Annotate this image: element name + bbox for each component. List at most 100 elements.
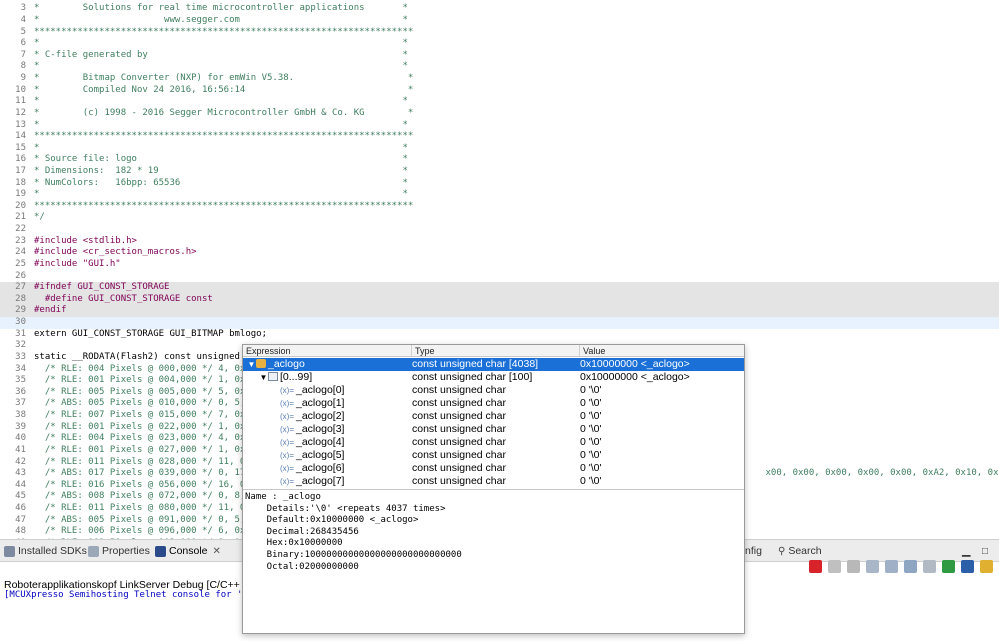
tab-console[interactable]: Console ✕ (155, 544, 221, 559)
code-line[interactable]: 27 #ifndef GUI_CONST_STORAGE (0, 282, 999, 294)
line-text: /* RLE: 016 Pixels @ 056,000 */ 16, 0x00… (34, 479, 267, 490)
display-selected-console-icon[interactable] (942, 560, 955, 573)
code-line[interactable]: 3 * Solutions for real time microcontroll… (0, 3, 999, 15)
pin-console-icon[interactable] (923, 560, 936, 573)
remove-all-icon[interactable] (847, 560, 860, 573)
tab-search-label: Search (788, 545, 822, 557)
header-type[interactable]: Type (412, 345, 580, 357)
code-line[interactable]: 13 * * (0, 120, 999, 132)
header-expression[interactable]: Expression (243, 345, 412, 357)
expression-row[interactable]: (x)= _aclogo[6] const unsigned char 0 '\0' (243, 462, 744, 475)
expression-row[interactable]: (x)= _aclogo[1] const unsigned char 0 '\0' (243, 397, 744, 410)
code-line[interactable]: 18 * NumColors: 16bpp: 65536 * (0, 178, 999, 190)
line-text: ****************************************… (34, 200, 414, 211)
code-line[interactable]: 10 * Compiled Nov 24 2016, 16:56:14 * (0, 85, 999, 97)
expression-hover-popup[interactable]: Expression Type Value ▼ _aclogo const unsi… (242, 344, 745, 634)
tab-properties[interactable]: Properties (88, 544, 150, 559)
code-line[interactable]: 15 * * (0, 143, 999, 155)
expression-row[interactable]: (x)= _aclogo[2] const unsigned char 0 '\0' (243, 410, 744, 423)
code-line[interactable]: 4 * www.segger.com * (0, 15, 999, 27)
line-number: 29 (15, 305, 26, 316)
new-console-icon[interactable] (980, 560, 993, 573)
array-range-icon (268, 372, 278, 381)
line-text: * NumColors: 16bpp: 65536 * (34, 177, 408, 188)
line-number: 28 (15, 293, 26, 304)
expression-row[interactable]: ▼ [0...99] const unsigned char [100] 0x1000… (243, 371, 744, 384)
word-wrap-icon[interactable] (904, 560, 917, 573)
console-icon (155, 546, 166, 557)
line-text: * Source file: logo * (34, 154, 408, 165)
line-text: #define GUI_CONST_STORAGE const (34, 293, 213, 304)
code-line[interactable]: 19 * * (0, 189, 999, 201)
line-text: #ifndef GUI_CONST_STORAGE (34, 282, 170, 293)
expression-row[interactable]: ▼ _aclogo const unsigned char [4038] 0x1000… (243, 358, 744, 371)
clear-console-icon[interactable] (866, 560, 879, 573)
code-line[interactable]: 8 * * (0, 61, 999, 73)
code-line[interactable]: 23 #include <stdlib.h> (0, 236, 999, 248)
expression-name: _aclogo[6] (296, 462, 345, 474)
expression-name: _aclogo (268, 358, 305, 370)
code-line[interactable]: 26 (0, 271, 999, 283)
code-line[interactable]: 21 */ (0, 212, 999, 224)
code-line[interactable]: 14 **************************************… (0, 131, 999, 143)
maximize-button[interactable]: □ (982, 544, 988, 559)
open-console-icon[interactable] (961, 560, 974, 573)
expression-row[interactable]: (x)= _aclogo[5] const unsigned char 0 '\0' (243, 449, 744, 462)
line-number: 21 (15, 212, 26, 223)
value-cell: 0 '\0' (580, 449, 602, 461)
code-line[interactable]: 7 * C-file generated by * (0, 50, 999, 62)
code-line[interactable]: 25 #include "GUI.h" (0, 259, 999, 271)
code-line[interactable]: 24 #include <cr_section_macros.h> (0, 247, 999, 259)
expression-row[interactable]: (x)= _aclogo[4] const unsigned char 0 '\0' (243, 436, 744, 449)
expression-name: [0...99] (280, 371, 313, 383)
expression-cell: (x)= _aclogo[5] (243, 449, 411, 462)
line-text: /* ABS: 008 Pixels @ 072,000 */ 0, 8, 0x… (34, 491, 273, 502)
expression-row[interactable]: (x)= _aclogo[0] const unsigned char 0 '\0' (243, 384, 744, 397)
scroll-lock-icon[interactable] (885, 560, 898, 573)
code-line[interactable]: 5 ***************************************… (0, 27, 999, 39)
code-line[interactable]: 11 * * (0, 96, 999, 108)
code-line[interactable]: 12 * (c) 1998 - 2016 Segger Microcontroll… (0, 108, 999, 120)
code-line[interactable]: 20 **************************************… (0, 201, 999, 213)
line-text: * C-file generated by * (34, 49, 408, 60)
line-number: 32 (15, 340, 26, 351)
code-line[interactable]: 31 extern GUI_CONST_STORAGE GUI_BITMAP bm… (0, 329, 999, 341)
code-line[interactable]: 29 #endif (0, 305, 999, 318)
expand-twisty-icon[interactable]: ▼ (247, 358, 256, 371)
expand-twisty-icon[interactable]: ▼ (259, 371, 268, 384)
code-line[interactable]: 6 * * (0, 38, 999, 50)
code-line[interactable]: 22 (0, 224, 999, 236)
code-line[interactable]: 17 * Dimensions: 182 * 19 * (0, 166, 999, 178)
tab-search[interactable]: ⚲ Search (778, 544, 822, 559)
line-number: 11 (15, 96, 26, 107)
tab-installed-sdks-label: Installed SDKs (18, 545, 87, 557)
line-number: 33 (15, 351, 26, 362)
expression-row[interactable]: (x)= _aclogo[7] const unsigned char 0 '\0' (243, 475, 744, 488)
type-cell: const unsigned char (412, 384, 506, 396)
line-number: 48 (15, 526, 26, 537)
expression-table-header: Expression Type Value (243, 345, 744, 357)
code-line[interactable]: 30 (0, 317, 999, 329)
expression-name: _aclogo[5] (296, 449, 345, 461)
code-line[interactable]: 9 * Bitmap Converter (NXP) for emWin V5.3… (0, 73, 999, 85)
terminate-button[interactable] (809, 560, 822, 573)
line-text: /* RLE: 011 Pixels @ 028,000 */ 11, 0x00… (34, 456, 267, 467)
line-number: 46 (15, 502, 26, 513)
type-cell: const unsigned char (412, 423, 506, 435)
line-text: /* RLE: 006 Pixels @ 096,000 */ 6, 0x00,… (34, 526, 273, 537)
expression-cell: (x)= _aclogo[6] (243, 462, 411, 475)
line-number: 12 (15, 107, 26, 118)
expression-row[interactable]: (x)= _aclogo[3] const unsigned char 0 '\0' (243, 423, 744, 436)
tab-installed-sdks[interactable]: Installed SDKs (4, 544, 87, 559)
minimize-button[interactable]: ▁ (962, 544, 970, 559)
expression-cell: ▼ [0...99] (243, 371, 411, 384)
line-number: 5 (20, 26, 26, 37)
line-text: /* RLE: 001 Pixels @ 027,000 */ 1, 0xA6,… (34, 444, 273, 455)
close-icon[interactable]: ✕ (213, 544, 221, 559)
tab-config[interactable]: nfig (745, 544, 762, 559)
header-value[interactable]: Value (580, 345, 744, 357)
remove-launch-icon[interactable] (828, 560, 841, 573)
value-cell: 0x10000000 <_aclogo> (580, 358, 690, 370)
code-line[interactable]: 16 * Source file: logo * (0, 154, 999, 166)
code-line[interactable]: 28 #define GUI_CONST_STORAGE const (0, 293, 999, 306)
